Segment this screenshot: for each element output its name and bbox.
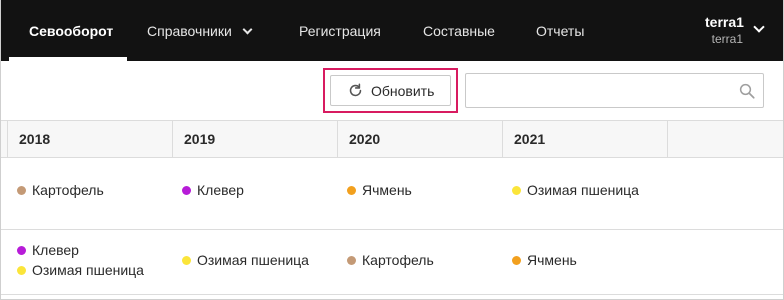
table-cell: Озимая пшеница [182, 250, 309, 270]
crop-label: Озимая пшеница [527, 182, 639, 198]
divider [172, 121, 173, 157]
crop-color-dot-icon [17, 265, 26, 275]
nav-item-composite[interactable]: Составные [423, 0, 495, 61]
nav-item-label: Регистрация [299, 23, 381, 39]
search-input[interactable] [466, 74, 726, 107]
nav-item-label: Севооборот [29, 23, 114, 39]
crop-entry: Озимая пшеница [182, 250, 309, 270]
table-cell: Картофель [347, 250, 434, 270]
crop-color-dot-icon [347, 255, 356, 265]
crop-label: Озимая пшеница [197, 252, 309, 268]
table-cell: Картофель [17, 180, 104, 200]
crop-entry: Ячмень [347, 180, 412, 200]
nav-item-crop-rotation[interactable]: Севооборот [29, 0, 113, 61]
table-cell: Клевер Озимая пшеница [17, 240, 144, 280]
nav-item-registration[interactable]: Регистрация [299, 0, 381, 61]
user-subtitle: terra1 [711, 32, 743, 46]
crop-label: Картофель [362, 252, 434, 268]
divider [1, 229, 783, 230]
crop-label: Клевер [32, 242, 79, 258]
crop-entry: Клевер [182, 180, 244, 200]
divider [1, 157, 783, 158]
divider [1, 294, 783, 295]
nav-item-reports[interactable]: Отчеты [536, 0, 584, 61]
crop-color-dot-icon [347, 185, 356, 195]
divider [667, 121, 668, 157]
crop-label: Ячмень [362, 182, 412, 198]
column-header-2018[interactable]: 2018 [19, 121, 50, 157]
crop-color-dot-icon [512, 185, 521, 195]
table-cell: Ячмень [347, 180, 412, 200]
crop-label: Ячмень [527, 252, 577, 268]
column-header-2021[interactable]: 2021 [514, 121, 545, 157]
crop-entry: Клевер [17, 240, 144, 260]
crop-color-dot-icon [512, 255, 521, 265]
nav-item-label: Составные [423, 23, 495, 39]
app-window: Севооборот Справочники Регистрация Соста… [0, 0, 784, 300]
table-cell: Озимая пшеница [512, 180, 639, 200]
crop-label: Картофель [32, 182, 104, 198]
nav-item-directories[interactable]: Справочники [147, 0, 253, 61]
refresh-button-highlight: Обновить [323, 68, 458, 113]
top-nav: Севооборот Справочники Регистрация Соста… [1, 0, 783, 61]
table-cell: Клевер [182, 180, 244, 200]
refresh-button-label: Обновить [371, 82, 435, 99]
user-name: terra1 [705, 14, 744, 30]
crop-entry: Озимая пшеница [17, 260, 144, 280]
user-menu[interactable]: terra1 terra1 [705, 14, 744, 46]
crop-color-dot-icon [182, 255, 191, 265]
crop-label: Клевер [197, 182, 244, 198]
crop-color-dot-icon [17, 245, 26, 255]
crop-color-dot-icon [17, 185, 26, 195]
crop-entry: Озимая пшеница [512, 180, 639, 200]
crop-label: Озимая пшеница [32, 262, 144, 278]
nav-item-label: Справочники [147, 23, 232, 39]
search-icon[interactable] [738, 82, 756, 100]
column-header-2019[interactable]: 2019 [184, 121, 215, 157]
crop-entry: Картофель [347, 250, 434, 270]
active-tab-indicator [9, 57, 127, 61]
refresh-icon [349, 83, 362, 97]
nav-item-label: Отчеты [536, 23, 585, 39]
table-cell: Ячмень [512, 250, 577, 270]
refresh-button[interactable]: Обновить [330, 75, 451, 106]
chevron-down-icon[interactable] [753, 21, 765, 33]
crop-entry: Картофель [17, 180, 104, 200]
divider [502, 121, 503, 157]
search-box [465, 73, 764, 108]
chevron-down-icon [242, 24, 253, 35]
crop-entry: Ячмень [512, 250, 577, 270]
divider [337, 121, 338, 157]
crop-color-dot-icon [182, 185, 191, 195]
column-header-2020[interactable]: 2020 [349, 121, 380, 157]
divider [7, 121, 8, 157]
